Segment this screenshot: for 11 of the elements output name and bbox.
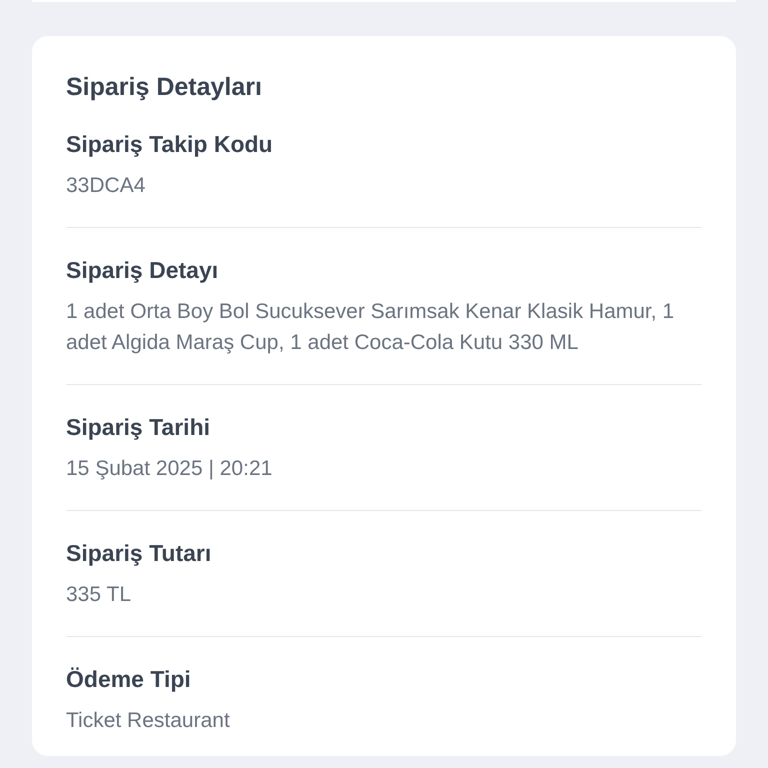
field-label: Sipariş Tutarı	[66, 539, 212, 568]
field-label: Ödeme Tipi	[66, 665, 192, 694]
field-value: 33DCA4	[66, 173, 146, 199]
field-label: Sipariş Takip Kodu	[66, 130, 274, 159]
card-title: Sipariş Detayları	[66, 72, 263, 103]
field-value: Ticket Restaurant	[66, 708, 231, 734]
field-value: 15 Şubat 2025 | 20:21	[66, 456, 274, 482]
field-label: Sipariş Detayı	[66, 256, 220, 285]
field-label: Sipariş Tarihi	[66, 413, 212, 442]
field-value: 335 TL	[66, 582, 132, 608]
field-value: 1 adet Orta Boy Bol Sucuksever Sarımsak Kenar Klasik Hamur, 1 adet Algida Maraş Cup, 1 adet Coca-Cola Kutu 330 ML	[66, 299, 676, 356]
